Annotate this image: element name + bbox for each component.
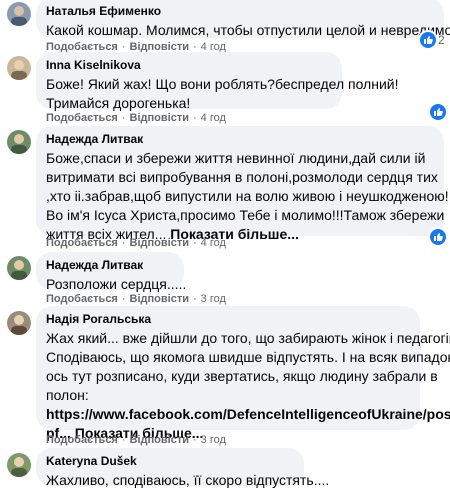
avatar[interactable] (7, 256, 31, 280)
comment-time[interactable]: 4 год (201, 112, 226, 124)
like-button[interactable]: Подобається (46, 293, 118, 305)
comment-text: Жах який... вже дійшли до того, що забир… (46, 329, 450, 443)
like-button[interactable]: Подобається (46, 112, 118, 124)
comment-author[interactable]: Kateryna Dušek (46, 454, 294, 469)
text-line: Тримайся дорогенька! (46, 95, 191, 111)
comment-author[interactable]: Надія Рогальська (46, 312, 410, 327)
text-line: Боже! Який жах! Що вони роблять?беспреде… (46, 76, 399, 92)
reply-button[interactable]: Відповісти (130, 434, 189, 446)
comment-author[interactable]: Наталья Ефименко (46, 4, 434, 19)
comment-bubble: Надежда Литвак Боже,спаси и збережи житт… (36, 126, 450, 242)
avatar[interactable] (7, 311, 31, 335)
comment-actions: Подобається · Відповісти · 3 год (46, 434, 226, 446)
comment-text: Какой кошмар. Молимся, чтобы отпустили ц… (46, 22, 450, 38)
avatar[interactable] (7, 2, 31, 26)
comment-text: Жахливо, сподіваюсь, її скоро відпустять… (46, 472, 330, 488)
avatar[interactable] (7, 56, 31, 80)
comment-bubble: Надія Рогальська Жах який... вже дійшли … (36, 306, 450, 441)
comment-text: Розположи сердця..... (46, 276, 187, 292)
comment-text: Боже,спаси и збережи життя невинної люди… (46, 149, 450, 244)
avatar[interactable] (7, 453, 31, 477)
comment-bubble: Kateryna Dušek Жахливо, сподіваюсь, її с… (36, 448, 329, 488)
reply-button[interactable]: Відповісти (130, 112, 189, 124)
thumbs-up-icon (424, 36, 433, 44)
text-line: Жах який... вже дійшли до того, що забир… (46, 330, 450, 346)
like-button[interactable]: Подобається (46, 434, 118, 446)
text-line: Сподіваюсь, що якомога швидше відпустять… (46, 349, 450, 365)
reply-button[interactable]: Відповісти (130, 293, 189, 305)
comment-actions: Подобається · Відповісти · 3 год (46, 293, 226, 305)
text-line: полон: (46, 387, 89, 403)
external-link[interactable]: https://www.facebook.com/DefenceIntellig… (46, 405, 450, 424)
text-line: витримати всі випробування в полоні,розм… (46, 169, 438, 185)
reaction-badge[interactable] (430, 104, 446, 120)
comment-bubble: Inna Kiselnikova Боже! Який жах! Що вони… (36, 52, 399, 111)
like-button[interactable]: Подобається (46, 237, 118, 249)
comment-text: Боже! Який жах! Що вони роблять?беспреде… (46, 75, 399, 113)
reply-button[interactable]: Відповісти (130, 237, 189, 249)
comment-author[interactable]: Inna Kiselnikova (46, 58, 332, 73)
comment-actions: Подобається · Відповісти · 4 год (46, 237, 226, 249)
comment-bubble: Надежда Литвак Розположи сердця..... (36, 252, 186, 292)
thumbs-up-icon (434, 233, 443, 241)
comment-actions: Подобається · Відповісти · 4 год (46, 112, 226, 124)
thumbs-up-icon (434, 108, 443, 116)
avatar[interactable] (7, 130, 31, 154)
comment-time[interactable]: 3 год (201, 434, 226, 446)
comment-author[interactable]: Надежда Литвак (46, 258, 174, 273)
reaction-badge[interactable] (420, 32, 436, 48)
comment-time[interactable]: 4 год (201, 237, 226, 249)
reaction-count: 2 (438, 33, 445, 47)
text-line: ось тут розписано, куди звертатись, якщо… (46, 368, 438, 384)
comment-time[interactable]: 3 год (201, 293, 226, 305)
comment-bubble: Наталья Ефименко Какой кошмар. Молимся, … (36, 0, 450, 38)
text-line: Во ім'я Ісуса Христа,просимо Тебе і моли… (46, 207, 445, 223)
text-line: ,хто іі.забрав,щоб випустили на волю жив… (46, 188, 450, 204)
text-line: Боже,спаси и збережи життя невинної люди… (46, 150, 426, 166)
reaction-badge[interactable] (430, 229, 446, 245)
comment-author[interactable]: Надежда Литвак (46, 132, 434, 147)
